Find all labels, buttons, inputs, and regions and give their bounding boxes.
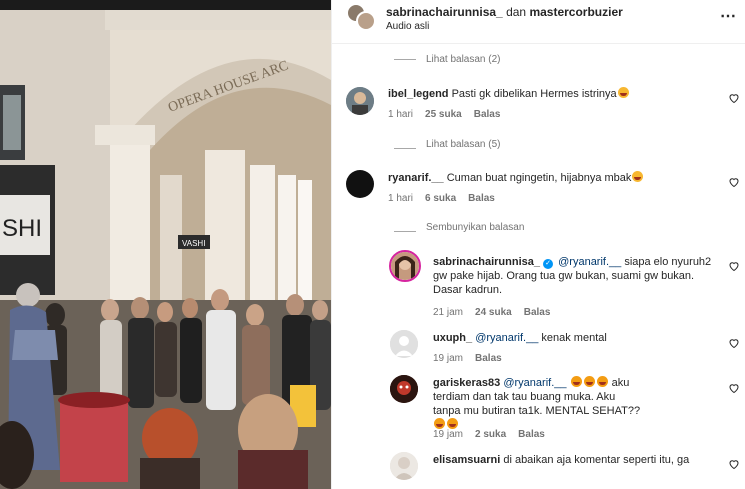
comment-time[interactable]: 1 hari	[388, 109, 413, 120]
avatar[interactable]	[389, 250, 421, 282]
view-replies-link[interactable]: Lihat balasan (2)	[426, 54, 501, 65]
reply-time[interactable]: 19 jam	[433, 353, 463, 364]
reply-username[interactable]: uxuph_	[433, 332, 472, 344]
avatar[interactable]	[390, 375, 418, 403]
street-performance-scene: SHI OPERA HOUSE ARC VASHI	[0, 0, 331, 489]
comment-username[interactable]: ibel_legend	[388, 88, 449, 100]
reply-text: gariskeras83 @ryanarif.__ aku terdiam da…	[433, 376, 643, 432]
coauthor-username[interactable]: mastercorbuzier	[529, 5, 622, 19]
verified-badge-icon: ✓	[543, 259, 554, 269]
author-connector: dan	[506, 5, 527, 19]
reply-meta: 19 jam 2 suka Balas	[433, 429, 557, 440]
comment-likes[interactable]: 25 suka	[425, 109, 462, 120]
heart-icon[interactable]	[728, 458, 740, 470]
laugh-emoji-icon	[447, 418, 458, 429]
post-header: sabrinachairunnisa_ dan mastercorbuzier …	[332, 0, 745, 44]
reply-text: sabrinachairunnisa_ ✓ @ryanarif.__ siapa…	[433, 255, 721, 297]
comments-panel: sabrinachairunnisa_ dan mastercorbuzier …	[331, 0, 745, 489]
reply-likes[interactable]: 2 suka	[475, 429, 506, 440]
grin-emoji-icon	[632, 171, 644, 182]
avatar[interactable]	[346, 170, 374, 198]
more-horizontal-icon[interactable]: ⋯	[720, 6, 737, 26]
comment-text: ryanarif.__ Cuman buat ngingetin, hijabn…	[388, 171, 718, 185]
divider-line	[394, 148, 416, 149]
reply-button[interactable]: Balas	[475, 353, 502, 364]
heart-icon[interactable]	[728, 382, 740, 394]
avatar[interactable]	[390, 452, 418, 480]
comment-time[interactable]: 1 hari	[388, 193, 413, 204]
reply-button[interactable]: Balas	[468, 193, 495, 204]
reply-meta: 21 jam 24 suka Balas	[433, 307, 562, 318]
heart-icon[interactable]	[728, 337, 740, 349]
reply-button[interactable]: Balas	[518, 429, 545, 440]
reply-body: kenak mental	[541, 332, 607, 344]
reply-time[interactable]: 19 jam	[433, 429, 463, 440]
comment-text: ibel_legend Pasti gk dibelikan Hermes is…	[388, 87, 718, 101]
laugh-emoji-icon	[617, 87, 629, 98]
small-sign: VASHI	[182, 239, 205, 248]
laugh-emoji-icon	[570, 376, 582, 387]
laugh-emoji-icon	[434, 418, 445, 429]
reply-meta: 19 jam Balas	[433, 353, 514, 364]
reply-mention[interactable]: @ryanarif.__	[503, 377, 566, 389]
action-bar	[332, 482, 745, 489]
view-replies-link[interactable]: Lihat balasan (5)	[426, 139, 501, 150]
reply-mention[interactable]: @ryanarif.__	[475, 332, 538, 344]
post-authors: sabrinachairunnisa_ dan mastercorbuzier	[386, 5, 623, 19]
avatar[interactable]	[346, 87, 374, 115]
comment-meta: 1 hari 25 suka Balas	[388, 109, 512, 120]
reply-username[interactable]: gariskeras83	[433, 377, 500, 389]
reply-time[interactable]: 21 jam	[433, 307, 463, 318]
heart-icon[interactable]	[728, 92, 740, 104]
reply-text: uxuph_ @ryanarif.__ kenak mental	[433, 331, 723, 345]
laugh-emoji-icon	[596, 376, 608, 387]
comment-meta: 1 hari 6 suka Balas	[388, 193, 507, 204]
avatar	[356, 11, 376, 31]
divider-line	[394, 59, 416, 60]
author-username[interactable]: sabrinachairunnisa_	[386, 5, 503, 19]
divider-line	[394, 231, 416, 232]
reply-likes[interactable]: 24 suka	[475, 307, 512, 318]
avatar[interactable]	[390, 330, 418, 358]
comment-username[interactable]: ryanarif.__	[388, 172, 444, 184]
reply-text: elisamsuarni di abaikan aja komentar sep…	[433, 453, 723, 467]
comment-body: Cuman buat ngingetin, hijabnya mbak	[446, 172, 632, 184]
reply-username[interactable]: sabrinachairunnisa_	[433, 256, 540, 268]
reply-username[interactable]: elisamsuarni	[433, 454, 500, 466]
reply-mention[interactable]: @ryanarif.__	[558, 256, 621, 268]
audio-label[interactable]: Audio asli	[386, 21, 429, 32]
comment-body: Pasti gk dibelikan Hermes istrinya	[451, 88, 617, 100]
post-photo[interactable]: SHI OPERA HOUSE ARC VASHI	[0, 0, 331, 489]
shop-sign: SHI	[2, 215, 42, 242]
reply-body: di abaikan aja komentar seperti itu, ga	[503, 454, 690, 466]
collab-avatars[interactable]	[346, 3, 376, 33]
laugh-emoji-icon	[583, 376, 595, 387]
heart-icon[interactable]	[728, 260, 740, 272]
reply-button[interactable]: Balas	[474, 109, 501, 120]
heart-icon[interactable]	[728, 176, 740, 188]
hide-replies-link[interactable]: Sembunyikan balasan	[426, 222, 524, 233]
comment-likes[interactable]: 6 suka	[425, 193, 456, 204]
reply-button[interactable]: Balas	[524, 307, 551, 318]
